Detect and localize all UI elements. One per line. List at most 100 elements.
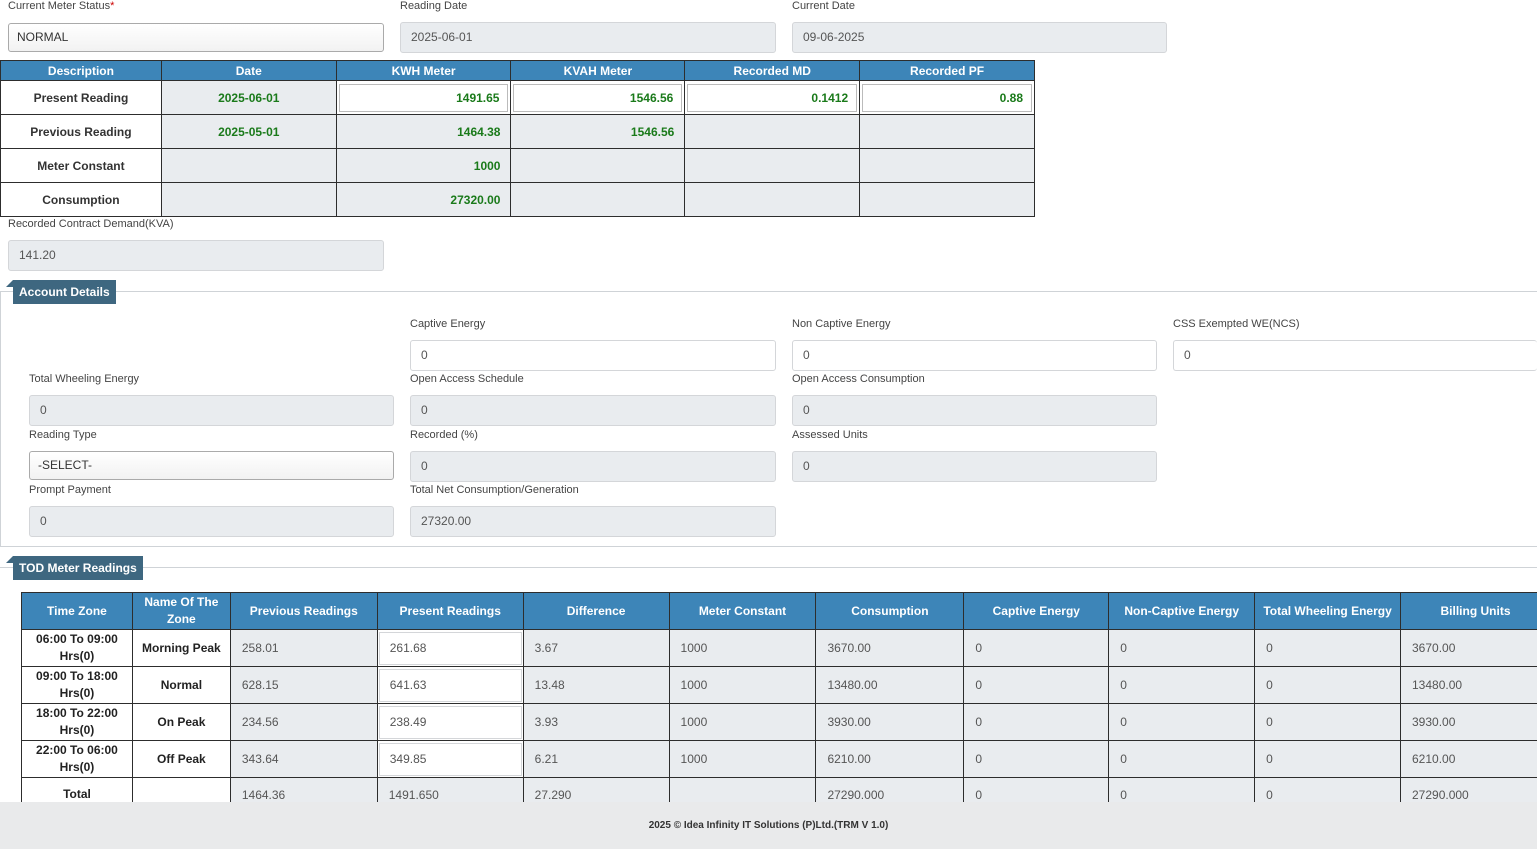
consumption: 3930.00 bbox=[815, 703, 965, 741]
col-recorded-pf: Recorded PF bbox=[859, 60, 1035, 81]
contract-demand-label: Recorded Contract Demand(KVA) bbox=[8, 218, 174, 230]
present-pf-value[interactable]: 0.88 bbox=[862, 83, 1032, 112]
col-total-wheeling-energy: Total Wheeling Energy bbox=[1254, 592, 1401, 630]
present-reading-input[interactable]: 641.63 bbox=[378, 668, 522, 702]
total-wheeling-energy: 0 bbox=[1254, 703, 1401, 741]
meter-readings-table: Description Date KWH Meter KVAH Meter Re… bbox=[0, 60, 1035, 217]
present-reading-cell[interactable]: 641.63 bbox=[376, 666, 524, 704]
col-zone-name: Name Of The Zone bbox=[131, 592, 231, 630]
col-meter-constant: Meter Constant bbox=[668, 592, 817, 630]
reading-date-label: Reading Date bbox=[400, 0, 468, 12]
billing-units: 6210.00 bbox=[1400, 740, 1537, 778]
consumption: 6210.00 bbox=[815, 740, 965, 778]
difference: 3.67 bbox=[522, 629, 670, 667]
total-wheeling-energy: 0 bbox=[1254, 629, 1401, 667]
captive-energy: 0 bbox=[963, 666, 1110, 704]
present-reading-input[interactable]: 349.85 bbox=[378, 742, 522, 776]
assessed-units-field[interactable]: 0 bbox=[792, 451, 1157, 482]
total-wheeling-energy: 0 bbox=[1254, 666, 1401, 704]
present-date: 2025-06-01 bbox=[160, 80, 337, 115]
oa-schedule-field[interactable]: 0 bbox=[410, 395, 776, 426]
col-kwh: KWH Meter bbox=[335, 60, 512, 81]
col-billing-units: Billing Units bbox=[1400, 592, 1537, 630]
prompt-payment-field[interactable]: 0 bbox=[29, 506, 394, 537]
col-time-zone: Time Zone bbox=[21, 592, 133, 630]
col-consumption: Consumption bbox=[815, 592, 965, 630]
non-captive-energy: 0 bbox=[1108, 629, 1256, 667]
non-captive-energy-input[interactable]: 0 bbox=[792, 340, 1157, 371]
prompt-payment-label: Prompt Payment bbox=[29, 484, 111, 496]
col-kvah: KVAH Meter bbox=[510, 60, 686, 81]
captive-energy-input[interactable]: 0 bbox=[410, 340, 776, 371]
total-net-label: Total Net Consumption/Generation bbox=[410, 484, 579, 496]
present-kvah-input[interactable]: 1546.56 bbox=[510, 80, 686, 115]
total-net-field[interactable]: 27320.00 bbox=[410, 506, 776, 537]
tod-readings-table: Time Zone Name Of The Zone Previous Read… bbox=[21, 592, 1537, 812]
table-row: Present Reading 2025-06-01 1491.65 1546.… bbox=[0, 80, 1035, 115]
css-exempted-input[interactable]: 0 bbox=[1173, 340, 1537, 371]
section-divider bbox=[0, 567, 1537, 568]
row-description: Meter Constant bbox=[0, 148, 162, 183]
total-wheeling-field[interactable]: 0 bbox=[29, 395, 394, 426]
constant-date bbox=[160, 148, 337, 183]
col-previous-readings: Previous Readings bbox=[229, 592, 378, 630]
total-wheeling-label: Total Wheeling Energy bbox=[29, 373, 140, 385]
col-non-captive-energy: Non-Captive Energy bbox=[1108, 592, 1256, 630]
present-reading-input[interactable]: 238.49 bbox=[378, 705, 522, 739]
col-description: Description bbox=[0, 60, 162, 81]
required-mark: * bbox=[110, 0, 115, 12]
previous-kwh: 1464.38 bbox=[335, 114, 512, 149]
present-kvah-value[interactable]: 1546.56 bbox=[513, 83, 683, 112]
table-row: 06:00 To 09:00 Hrs(0) Morning Peak 258.0… bbox=[21, 629, 1537, 667]
recorded-pct-label: Recorded (%) bbox=[410, 429, 478, 441]
table-row: 22:00 To 06:00 Hrs(0) Off Peak 343.64 34… bbox=[21, 740, 1537, 778]
meter-status-select[interactable]: NORMAL bbox=[8, 23, 384, 52]
difference: 13.48 bbox=[522, 666, 670, 704]
meter-constant: 1000 bbox=[668, 666, 817, 704]
present-md-value[interactable]: 0.1412 bbox=[687, 83, 858, 112]
non-captive-energy: 0 bbox=[1108, 703, 1256, 741]
recorded-pct-field[interactable]: 0 bbox=[410, 451, 776, 482]
zone-name: Morning Peak bbox=[131, 629, 231, 667]
table-row: 18:00 To 22:00 Hrs(0) On Peak 234.56 238… bbox=[21, 703, 1537, 741]
present-reading-cell[interactable]: 261.68 bbox=[376, 629, 524, 667]
consumption: 3670.00 bbox=[815, 629, 965, 667]
present-kwh-input[interactable]: 1491.65 bbox=[335, 80, 512, 115]
present-reading-cell[interactable]: 238.49 bbox=[376, 703, 524, 741]
reading-date-field[interactable]: 2025-06-01 bbox=[400, 22, 776, 53]
present-reading-cell[interactable]: 349.85 bbox=[376, 740, 524, 778]
current-date-field[interactable]: 09-06-2025 bbox=[792, 22, 1167, 53]
consumption-kvah bbox=[510, 182, 686, 217]
meter-constant: 1000 bbox=[668, 629, 817, 667]
difference: 3.93 bbox=[522, 703, 670, 741]
present-kwh-value[interactable]: 1491.65 bbox=[338, 83, 509, 112]
time-zone: 18:00 To 22:00 Hrs(0) bbox=[21, 703, 133, 741]
consumption-md bbox=[684, 182, 861, 217]
time-zone: 06:00 To 09:00 Hrs(0) bbox=[21, 629, 133, 667]
constant-kvah bbox=[510, 148, 686, 183]
consumption: 13480.00 bbox=[815, 666, 965, 704]
oa-consumption-field[interactable]: 0 bbox=[792, 395, 1157, 426]
tod-meter-readings-title: TOD Meter Readings bbox=[6, 556, 143, 580]
previous-reading: 258.01 bbox=[229, 629, 378, 667]
billing-units: 3670.00 bbox=[1400, 629, 1537, 667]
billing-units: 3930.00 bbox=[1400, 703, 1537, 741]
total-wheeling-energy: 0 bbox=[1254, 740, 1401, 778]
account-details-title: Account Details bbox=[6, 280, 116, 304]
consumption-kwh: 27320.00 bbox=[335, 182, 512, 217]
previous-date: 2025-05-01 bbox=[160, 114, 337, 149]
captive-energy: 0 bbox=[963, 629, 1110, 667]
present-md-input[interactable]: 0.1412 bbox=[684, 80, 861, 115]
zone-name: Normal bbox=[131, 666, 231, 704]
oa-consumption-label: Open Access Consumption bbox=[792, 373, 925, 385]
meter-constant: 1000 bbox=[668, 703, 817, 741]
reading-type-select[interactable]: -SELECT- bbox=[29, 451, 394, 480]
present-reading-input[interactable]: 261.68 bbox=[378, 631, 522, 665]
previous-reading: 234.56 bbox=[229, 703, 378, 741]
present-pf-input[interactable]: 0.88 bbox=[859, 80, 1035, 115]
row-description: Previous Reading bbox=[0, 114, 162, 149]
previous-md bbox=[684, 114, 861, 149]
contract-demand-field[interactable]: 141.20 bbox=[8, 240, 384, 271]
billing-units: 13480.00 bbox=[1400, 666, 1537, 704]
table-row: Previous Reading 2025-05-01 1464.38 1546… bbox=[0, 114, 1035, 149]
